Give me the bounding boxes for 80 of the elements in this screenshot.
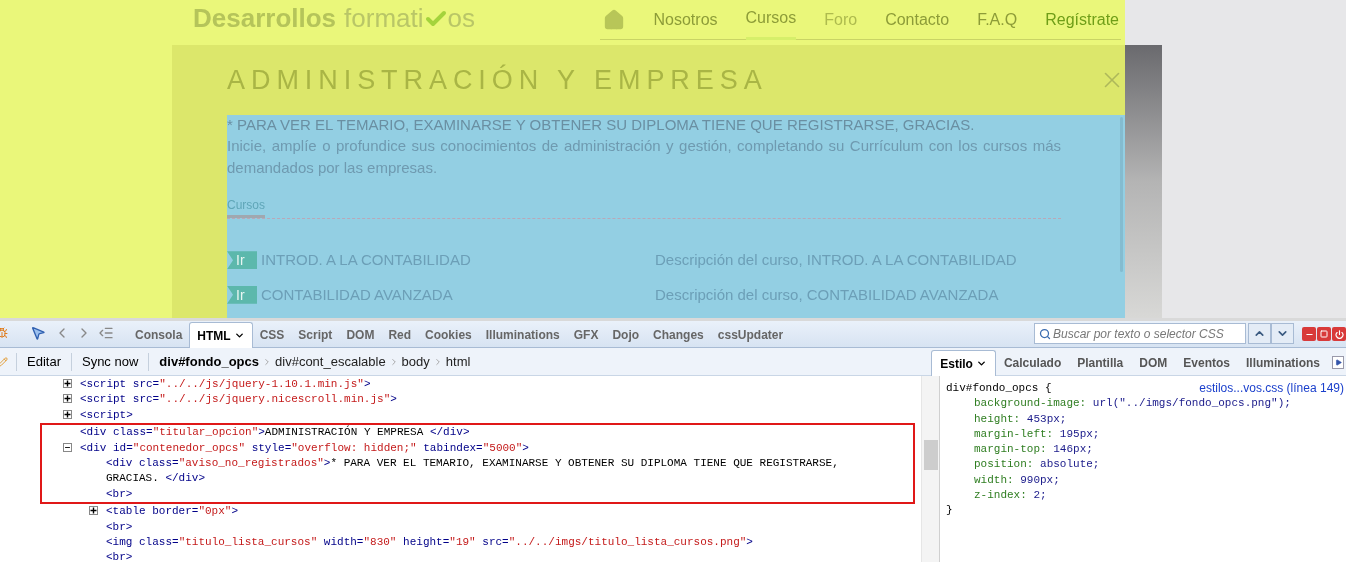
list-indent-icon[interactable] — [98, 325, 114, 341]
power-icon — [1334, 329, 1344, 339]
breadcrumb[interactable]: body — [401, 351, 430, 372]
breadcrumb[interactable]: div#cont_escalable — [275, 351, 386, 372]
panel-tab[interactable]: Cookies — [418, 323, 479, 347]
code-line[interactable]: <script src="../../js/jquery-1.10.1.min.js"> — [80, 377, 371, 393]
next-match-button[interactable] — [1271, 323, 1294, 344]
tree-row[interactable]: <table border="0px"> — [40, 504, 915, 520]
tree-row[interactable]: <script> — [40, 407, 915, 424]
tree-row[interactable]: <img class="titulo_lista_cursos" width="830" height="19" src="../../imgs/titulo_lista_cursos.png"> — [40, 535, 915, 551]
breadcrumb[interactable]: div#fondo_opcs — [159, 351, 260, 372]
code-line[interactable]: <br> — [106, 550, 133, 562]
inspect-icon[interactable] — [30, 325, 46, 341]
side-panel-tab[interactable]: Calculado — [995, 351, 1070, 375]
css-declaration[interactable]: z-index: 2; — [946, 488, 1344, 504]
css-declaration[interactable]: margin-left: 195px; — [946, 426, 1344, 443]
css-declaration[interactable]: background-image: url("../imgs/fondo_opcs.png"); — [946, 396, 1344, 412]
panel-tab[interactable]: GFX — [566, 323, 606, 347]
close-button[interactable] — [1332, 327, 1346, 341]
panel-tab[interactable]: cssUpdater — [710, 323, 791, 347]
code-line[interactable]: <br> — [106, 486, 133, 503]
css-declaration[interactable]: position: absolute; — [946, 457, 1344, 473]
tree-row[interactable]: <br> — [40, 550, 915, 562]
code-line[interactable]: <div class="titular_opcion">ADMINISTRACIÓN Y EMPRESA </div> — [80, 425, 470, 441]
plus-icon — [64, 395, 71, 403]
side-panel-tab[interactable]: Eventos — [1175, 351, 1238, 375]
panel-tab[interactable]: Script — [291, 323, 340, 347]
panel-tab[interactable]: Consola — [128, 323, 190, 347]
breadcrumb[interactable]: html — [445, 351, 471, 372]
css-selector[interactable]: div#fondo_opcs { — [946, 381, 1052, 397]
caret-icon — [975, 358, 987, 369]
more-tabs-button[interactable] — [1332, 356, 1344, 369]
panel-tab[interactable]: Dojo — [605, 323, 647, 347]
code-line[interactable]: <img class="titulo_lista_cursos" width="830" height="19" src="../../imgs/titulo_lista_cursos.png"> — [106, 535, 753, 551]
scrollbar[interactable] — [923, 440, 938, 470]
plus-icon — [90, 507, 97, 515]
closing-brace: } — [946, 503, 954, 519]
panel-tab[interactable]: Changes — [646, 323, 711, 347]
expand-toggle[interactable] — [89, 506, 98, 516]
side-panel-tab[interactable]: Estilo — [931, 350, 996, 376]
panel-tab[interactable]: HTML — [189, 322, 253, 348]
restore-button[interactable] — [1317, 327, 1331, 341]
tree-row[interactable]: <script src="../../js/jquery-1.10.1.min.js"> — [40, 377, 915, 393]
code-line[interactable]: <table border="0px"> — [106, 504, 239, 520]
css-declaration[interactable]: width: 990px; — [946, 472, 1344, 489]
tree-row[interactable]: <div id="contenedor_opcs" style="overflow: hidden;" tabindex="5000"> — [40, 440, 915, 457]
panel-tab[interactable]: Red — [381, 323, 419, 347]
search-field[interactable]: Buscar por texto o selector CSS — [1034, 323, 1246, 344]
side-panel-tab[interactable]: Plantilla — [1069, 351, 1132, 375]
tree-row[interactable]: <br> — [40, 486, 915, 505]
panel-tab[interactable]: DOM — [339, 323, 382, 347]
tree-row[interactable]: <script src="../../js/jquery.nicescroll.min.js"> — [40, 392, 915, 408]
code-line[interactable]: <script> — [80, 407, 133, 424]
caret-icon — [233, 330, 245, 341]
panel-tab[interactable]: CSS — [252, 323, 292, 347]
code-line[interactable]: <br> — [106, 519, 133, 536]
toolbar-button[interactable]: Editar — [17, 351, 71, 372]
stylesheet-link[interactable]: estilos...vos.css (línea 149) — [1199, 381, 1344, 397]
panel-tab[interactable]: Illuminations — [478, 323, 567, 347]
code-line[interactable]: <div id="contenedor_opcs" style="overflow: hidden;" tabindex="5000"> — [80, 440, 529, 457]
side-panel-tab[interactable]: Illuminations — [1238, 351, 1328, 375]
play-icon — [1334, 359, 1342, 366]
expand-toggle[interactable] — [63, 409, 72, 419]
registration-notice: * PARA VER EL TEMARIO, EXAMINARSE Y OBTENER SU DIPLOMA TIENE QUE REGISTRARSE, GRACIAS. — [227, 115, 976, 135]
expand-toggle[interactable] — [63, 394, 72, 404]
restore-icon — [1320, 330, 1328, 338]
collapse-toggle[interactable] — [63, 442, 72, 452]
expand-toggle[interactable] — [63, 379, 72, 388]
code-line[interactable]: <script src="../../js/jquery.nicescroll.min.js"> — [80, 392, 397, 408]
toolbar-button[interactable]: Sync now — [71, 351, 149, 372]
tree-row[interactable]: <div class="titular_opcion">ADMINISTRACIÓN Y EMPRESA </div> — [40, 423, 915, 441]
plus-icon — [64, 410, 71, 418]
css-declaration[interactable]: height: 453px; — [946, 411, 1344, 427]
plus-icon — [64, 380, 71, 387]
css-declaration[interactable]: margin-top: 146px; — [946, 442, 1344, 458]
side-panel-tab[interactable]: DOM — [1131, 351, 1176, 375]
previous-match-button[interactable] — [1248, 323, 1271, 344]
minimize-button[interactable] — [1302, 327, 1316, 341]
search-icon — [1039, 327, 1051, 340]
tree-row[interactable]: <br> — [40, 519, 915, 536]
